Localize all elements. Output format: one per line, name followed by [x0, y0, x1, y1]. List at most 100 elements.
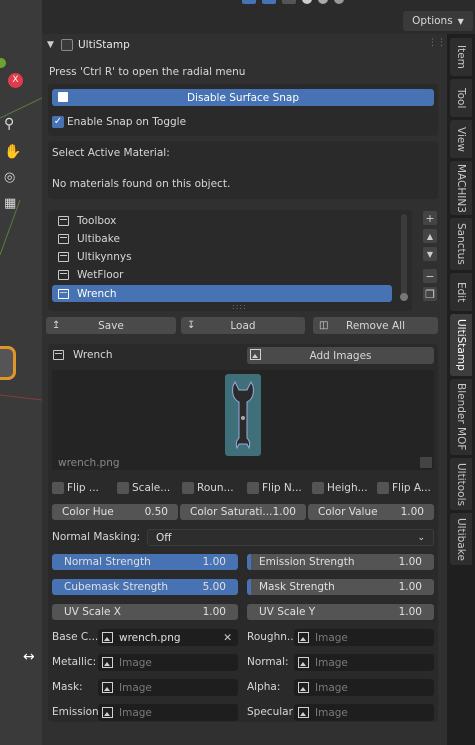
- preview-corner-icon[interactable]: [420, 457, 432, 468]
- duplicate-icon[interactable]: ❐: [423, 287, 437, 301]
- color-hue-value: 0.50: [144, 506, 168, 518]
- remove-all-button[interactable]: ◫ Remove All: [313, 317, 438, 334]
- clear-x-icon[interactable]: ✕: [223, 632, 232, 644]
- list-item[interactable]: Ultibake: [52, 230, 392, 247]
- list-resize-grip-icon[interactable]: ::::: [232, 302, 247, 311]
- normal-masking-dropdown[interactable]: Off ⌄: [147, 529, 434, 546]
- flip-label: Flip ...: [67, 482, 99, 494]
- metallic-image-field[interactable]: Image: [98, 654, 238, 671]
- save-button[interactable]: ↥ Save: [46, 317, 176, 334]
- 3d-viewport[interactable]: X ⚲ ✋ ◎ ▦ ↔: [0, 0, 42, 745]
- list-scrollbar[interactable]: [401, 214, 407, 298]
- list-item[interactable]: Toolbox: [52, 212, 392, 229]
- color-value-field[interactable]: Color Value 1.00: [308, 504, 434, 520]
- scale-checkbox[interactable]: [117, 482, 129, 494]
- image-icon: [102, 632, 113, 643]
- normal-strength-slider[interactable]: Normal Strength 1.00: [52, 554, 238, 570]
- zoom-icon[interactable]: ⚲: [4, 116, 22, 134]
- tab-sanctus[interactable]: Sanctus: [450, 218, 472, 270]
- tab-tool[interactable]: Tool: [450, 79, 472, 117]
- enable-snap-checkbox[interactable]: ✓: [52, 116, 64, 128]
- list-item[interactable]: Ultikynnys: [52, 248, 392, 265]
- color-value-label: Color Value: [318, 506, 378, 518]
- normal-strength-label: Normal Strength: [64, 556, 151, 568]
- disable-surface-snap-label: Disable Surface Snap: [186, 91, 300, 104]
- drag-handle-icon[interactable]: ⋮⋮: [428, 38, 446, 48]
- list-item-selected[interactable]: Wrench: [52, 285, 392, 302]
- mask-placeholder: Image: [119, 681, 152, 694]
- normal-image-field[interactable]: Image: [294, 654, 434, 671]
- overlay-icon[interactable]: [282, 0, 296, 4]
- flip-alpha-checkbox[interactable]: [377, 482, 389, 494]
- color-hue-field[interactable]: Color Hue 0.50: [52, 504, 178, 520]
- image-icon: [102, 707, 113, 718]
- tab-view[interactable]: View: [450, 120, 472, 158]
- download-icon: ↧: [187, 320, 196, 331]
- specular-label: Specular:: [247, 706, 297, 718]
- options-dropdown[interactable]: Options ▼: [403, 11, 473, 31]
- emission-strength-label: Emission Strength: [259, 556, 355, 568]
- shading-material-icon[interactable]: [318, 0, 328, 4]
- chevron-down-icon: ⌄: [417, 532, 425, 543]
- gizmo-x-dot[interactable]: X: [8, 73, 23, 88]
- add-images-button[interactable]: Add Images: [247, 347, 434, 364]
- image-icon: [298, 632, 309, 643]
- specular-image-field[interactable]: Image: [294, 704, 434, 721]
- mask-image-field[interactable]: Image: [98, 679, 238, 696]
- panel-title: UltiStamp: [78, 39, 130, 51]
- panel-enable-checkbox[interactable]: [61, 39, 73, 51]
- uv-scale-x-field[interactable]: UV Scale X 1.00: [52, 604, 238, 620]
- load-button[interactable]: ↧ Load: [181, 317, 305, 334]
- snap-icon[interactable]: [242, 0, 256, 4]
- tab-edit[interactable]: Edit: [450, 273, 472, 311]
- add-images-label: Add Images: [309, 349, 372, 362]
- tab-blender-mof[interactable]: Blender MOF: [450, 379, 472, 455]
- image-preview[interactable]: wrench.png: [52, 370, 434, 470]
- move-up-icon[interactable]: ▲: [423, 229, 437, 243]
- tab-ultitools[interactable]: Ultitools: [450, 458, 472, 510]
- list-item[interactable]: WetFloor: [52, 266, 392, 283]
- add-item-icon[interactable]: +: [423, 211, 437, 225]
- metallic-label: Metallic:: [52, 656, 97, 668]
- round-label: Roun...: [197, 482, 234, 494]
- archive-icon: [58, 233, 69, 244]
- image-filename: wrench.png: [58, 457, 120, 469]
- alpha-placeholder: Image: [315, 681, 348, 694]
- tab-ultistamp[interactable]: UltiStamp: [450, 314, 472, 376]
- shading-rendered-icon[interactable]: [334, 0, 344, 4]
- height-checkbox[interactable]: [312, 482, 324, 494]
- mask-strength-slider[interactable]: Mask Strength 1.00: [247, 579, 434, 595]
- emission-strength-slider[interactable]: Emission Strength 1.00: [247, 554, 434, 570]
- flip-checkbox[interactable]: [52, 482, 64, 494]
- tab-machin3[interactable]: MACHIN3: [450, 161, 472, 215]
- panel-collapse-icon[interactable]: ▼: [47, 40, 54, 50]
- move-down-icon[interactable]: ▼: [423, 247, 437, 261]
- image-icon: [250, 349, 267, 360]
- alpha-image-field[interactable]: Image: [294, 679, 434, 696]
- uv-scale-y-value: 1.00: [398, 606, 422, 618]
- base-color-image-field[interactable]: wrench.png ✕: [98, 629, 238, 646]
- flip-normal-checkbox[interactable]: [247, 482, 259, 494]
- hand-pan-icon[interactable]: ✋: [4, 144, 22, 162]
- mask-strength-value: 1.00: [398, 581, 422, 593]
- grid-view-icon[interactable]: ▦: [4, 196, 22, 214]
- cubemask-strength-label: Cubemask Strength: [64, 581, 169, 593]
- proportional-icon[interactable]: [262, 0, 276, 4]
- mask-label: Mask:: [52, 681, 83, 693]
- cubemask-strength-slider[interactable]: Cubemask Strength 5.00: [52, 579, 238, 595]
- shading-solid-icon[interactable]: [302, 0, 312, 4]
- list-scroll-dot: [400, 293, 408, 301]
- emission-image-field[interactable]: Image: [98, 704, 238, 721]
- emission-placeholder: Image: [119, 706, 152, 719]
- round-checkbox[interactable]: [182, 482, 194, 494]
- enable-snap-label[interactable]: Enable Snap on Toggle: [67, 116, 186, 128]
- tab-ultibake[interactable]: Ultibake: [450, 513, 472, 565]
- color-saturation-field[interactable]: Color Saturati... 1.00: [180, 504, 306, 520]
- camera-icon[interactable]: ◎: [4, 170, 22, 188]
- roughness-image-field[interactable]: Image: [294, 629, 434, 646]
- remove-item-icon[interactable]: −: [423, 269, 437, 283]
- disable-surface-snap-button[interactable]: Disable Surface Snap: [52, 89, 434, 106]
- uv-scale-y-field[interactable]: UV Scale Y 1.00: [247, 604, 434, 620]
- wrench-icon: [232, 380, 254, 450]
- tab-item[interactable]: Item: [450, 38, 472, 76]
